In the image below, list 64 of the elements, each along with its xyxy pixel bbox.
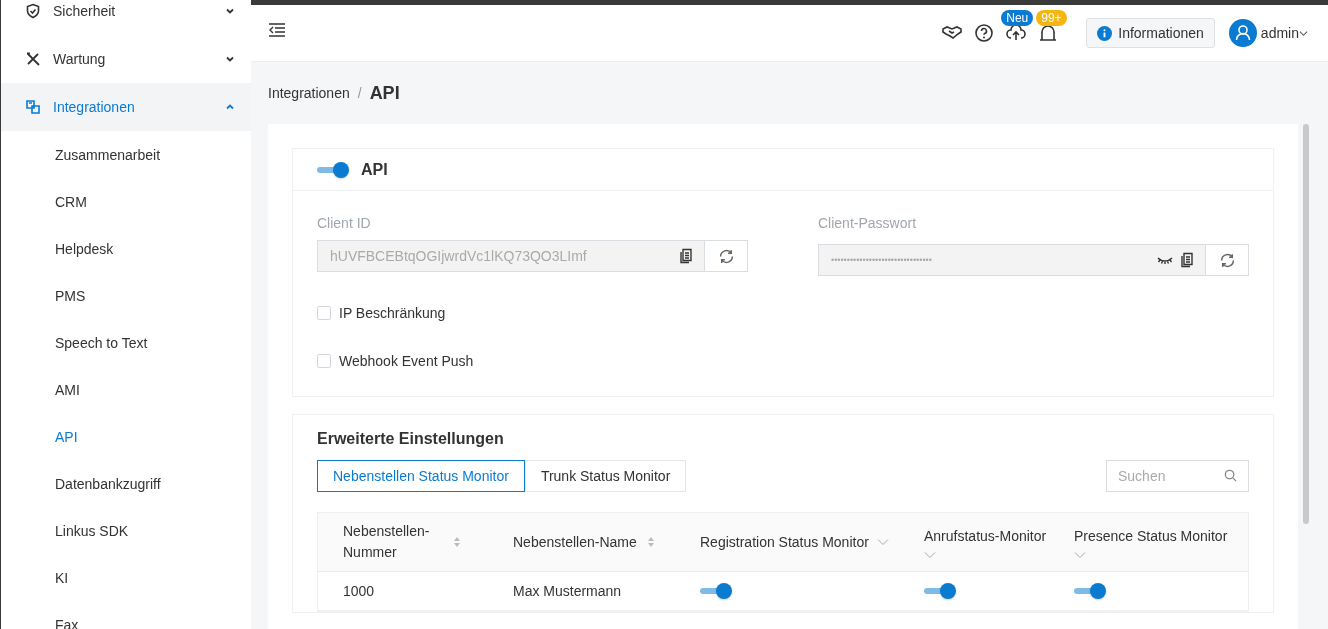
panel-title: Erweiterte Einstellungen [316, 429, 505, 449]
status-toggle[interactable] [924, 583, 956, 599]
chevron-down-icon [1299, 28, 1308, 38]
chevron-down-icon [225, 54, 235, 64]
column-header: Nebenstellen-Name [513, 532, 637, 552]
column-header: Presence Status Monitor [1074, 526, 1228, 546]
breadcrumb-link[interactable]: Integrationen [268, 85, 350, 101]
copy-icon[interactable] [1179, 252, 1195, 268]
sidebar-item[interactable]: Sicherheit [1, 0, 251, 35]
notification-count-badge: 99+ [1036, 10, 1067, 26]
table-cell-text: Max Mustermann [512, 582, 623, 601]
status-toggle[interactable] [700, 583, 732, 599]
user-menu[interactable]: admin [1260, 25, 1299, 41]
refresh-icon [1218, 251, 1236, 269]
breadcrumb-current: API [369, 82, 400, 104]
help-icon[interactable] [974, 23, 995, 43]
bell-icon[interactable] [1038, 23, 1059, 43]
tools-icon [25, 51, 41, 67]
sidebar-subitem[interactable]: API [1, 413, 251, 460]
refresh-button[interactable] [1206, 244, 1249, 276]
sidebar-subitem[interactable]: CRM [1, 178, 251, 225]
info-button[interactable]: Informationen [1086, 18, 1215, 48]
chevron-down-icon [225, 6, 235, 16]
panel-title: API [361, 160, 388, 179]
cloud-upload-icon[interactable] [1006, 23, 1027, 43]
sidebar-item[interactable]: Wartung [1, 35, 251, 83]
sidebar-subitem[interactable]: Datenbankzugriff [1, 460, 251, 507]
chevron-up-icon [225, 102, 235, 112]
column-header: Nebenstellen-Nummer [343, 522, 431, 562]
field-label: Client-Passwort [818, 215, 918, 231]
new-badge: Neu [1001, 10, 1034, 26]
sidebar-subitem[interactable]: AMI [1, 366, 251, 413]
refresh-icon [717, 247, 735, 265]
checkbox[interactable] [317, 354, 331, 368]
sidebar-subitem[interactable]: PMS [1, 272, 251, 319]
search-icon [1223, 468, 1238, 483]
tab[interactable]: Trunk Status Monitor [524, 460, 687, 492]
scrollbar-thumb[interactable] [1303, 124, 1309, 524]
tab[interactable]: Nebenstellen Status Monitor [317, 460, 525, 492]
sidebar-subitem[interactable]: Helpdesk [1, 225, 251, 272]
info-icon [1097, 25, 1113, 41]
sidebar-subitem[interactable]: KI [1, 554, 251, 601]
menu-collapse-icon[interactable] [268, 23, 286, 37]
copy-icon[interactable] [678, 248, 694, 264]
status-toggle[interactable] [1074, 583, 1106, 599]
checkbox-label: IP Beschränkung [339, 305, 446, 321]
breadcrumb-separator: / [357, 85, 362, 101]
sidebar-subitem[interactable]: Fax [1, 601, 251, 629]
shield-icon [25, 3, 41, 19]
checkbox[interactable] [317, 306, 331, 320]
column-header: Registration Status Monitor [700, 532, 869, 552]
user-avatar[interactable] [1228, 19, 1257, 47]
layers-icon [25, 99, 41, 115]
api-toggle[interactable] [317, 161, 349, 178]
sidebar-subitem[interactable]: Zusammenarbeit [1, 131, 251, 178]
search-field[interactable]: Suchen [1106, 460, 1249, 492]
checkbox-label: Webhook Event Push [339, 353, 474, 369]
sidebar-subitem[interactable]: Linkus SDK [1, 507, 251, 554]
column-header: Anrufstatus-Monitor [924, 526, 1047, 546]
refresh-button[interactable] [705, 240, 748, 272]
table-cell-text: 1000 [342, 582, 376, 601]
sidebar-subitem[interactable]: Speech to Text [1, 319, 251, 366]
field-label: Client ID [317, 215, 372, 231]
sidebar-item[interactable]: Integrationen [1, 83, 251, 131]
